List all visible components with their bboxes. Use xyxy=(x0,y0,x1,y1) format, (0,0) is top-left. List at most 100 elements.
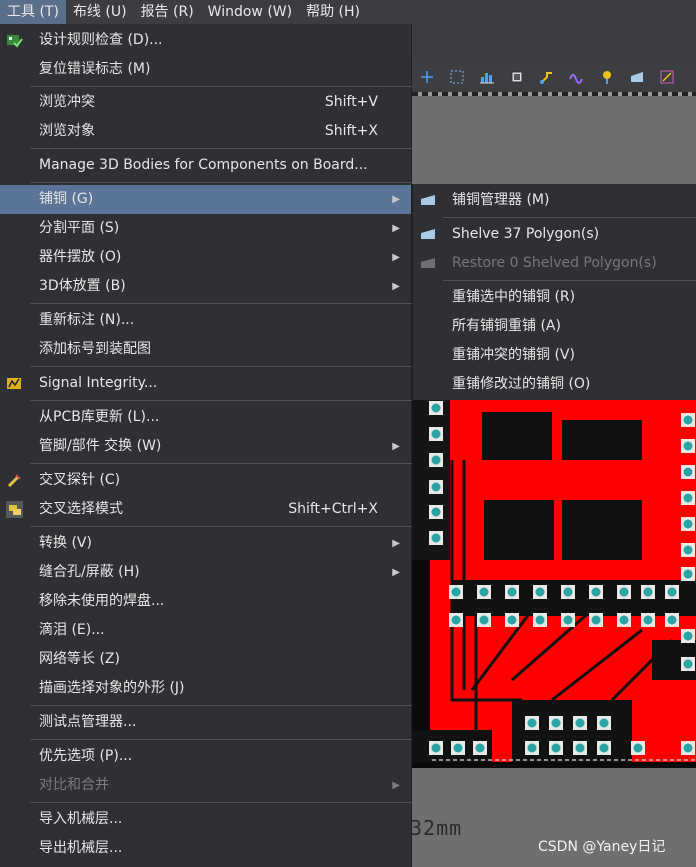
submenu-item-repour-modified[interactable]: 重铺修改过的铺铜 (O) xyxy=(413,370,696,399)
pad-hole xyxy=(683,569,693,579)
menu-item-teardrops[interactable]: 滴泪 (E)... xyxy=(0,616,411,645)
pad-hole xyxy=(575,718,585,728)
pin-icon[interactable] xyxy=(594,65,620,89)
separator xyxy=(30,400,412,401)
pad-hole xyxy=(683,467,693,477)
pad-hole xyxy=(507,587,517,597)
menubar-route[interactable]: 布线 (U) xyxy=(66,0,134,24)
menu-item-component-placement[interactable]: 器件摆放 (O) ▶ xyxy=(0,243,411,272)
pad-hole xyxy=(633,743,643,753)
menu-item-equalize-net-lengths[interactable]: 网络等长 (Z) xyxy=(0,645,411,674)
submenu-arrow-icon: ▶ xyxy=(392,538,400,549)
submenu-item-repour-all[interactable]: 所有铺铜重铺 (A) xyxy=(413,312,696,341)
separator xyxy=(443,217,696,218)
menu-item-3d-body-placement[interactable]: 3D体放置 (B) ▶ xyxy=(0,272,411,301)
submenu-arrow-icon: ▶ xyxy=(392,223,400,234)
polygon-icon[interactable] xyxy=(624,65,650,89)
submenu-item-shelve-polygons[interactable]: Shelve 37 Polygon(s) xyxy=(413,220,696,249)
menubar-window[interactable]: Window (W) xyxy=(201,0,299,24)
menu-item-cross-probe[interactable]: 交叉探针 (C) xyxy=(0,466,411,495)
separator xyxy=(30,366,412,367)
menu-item-import-mechanical-layers[interactable]: 导入机械层... xyxy=(0,805,411,834)
menu-item-compare-and-merge: 对比和合并 ▶ xyxy=(0,771,411,800)
pad-hole xyxy=(431,403,441,413)
pad-hole xyxy=(431,482,441,492)
menu-item-polygon-pours[interactable]: 铺铜 (G) ▶ xyxy=(0,185,411,214)
pcb-canvas[interactable] xyxy=(412,400,696,768)
separator xyxy=(30,182,412,183)
submenu-arrow-icon: ▶ xyxy=(392,194,400,205)
menu-item-browse-objects[interactable]: 浏览对象 Shift+X xyxy=(0,117,411,146)
separator xyxy=(30,148,412,149)
submenu-arrow-icon: ▶ xyxy=(392,780,400,791)
pad-hole xyxy=(453,743,463,753)
pad-hole xyxy=(451,615,461,625)
pad-hole xyxy=(575,743,585,753)
menu-item-manage-3d-bodies[interactable]: Manage 3D Bodies for Components on Board… xyxy=(0,151,411,180)
pad-hole xyxy=(683,519,693,529)
pad-hole xyxy=(683,493,693,503)
separator xyxy=(30,463,412,464)
pad-hole xyxy=(683,743,693,753)
menu-item-preferences[interactable]: 优先选项 (P)... xyxy=(0,742,411,771)
menu-item-export-mechanical-layers[interactable]: 导出机械层... xyxy=(0,834,411,863)
pad-hole xyxy=(643,615,653,625)
pad-hole xyxy=(599,743,609,753)
pad-hole xyxy=(683,659,693,669)
pad-hole xyxy=(683,545,693,555)
menubar-help[interactable]: 帮助 (H) xyxy=(299,0,367,24)
menu-item-remove-unused-pads[interactable]: 移除未使用的焊盘... xyxy=(0,587,411,616)
menu-item-pin-part-swap[interactable]: 管脚/部件 交换 (W) ▶ xyxy=(0,432,411,461)
menu-item-update-from-pcb-library[interactable]: 从PCB库更新 (L)... xyxy=(0,403,411,432)
restore-icon xyxy=(421,257,435,269)
submenu-arrow-icon: ▶ xyxy=(392,567,400,578)
pad-hole xyxy=(431,533,441,543)
menu-item-signal-integrity[interactable]: Signal Integrity... xyxy=(0,369,411,398)
pad-hole xyxy=(475,743,485,753)
menubar: 工具 (T) 布线 (U) 报告 (R) Window (W) 帮助 (H) xyxy=(0,0,696,24)
separator xyxy=(30,303,412,304)
pad-hole xyxy=(431,429,441,439)
pad-hole xyxy=(527,743,537,753)
menu-item-via-stitching-shielding[interactable]: 缝合孔/屏蔽 (H) ▶ xyxy=(0,558,411,587)
menu-item-outline-selected-objects[interactable]: 描画选择对象的外形 (J) xyxy=(0,674,411,703)
pad-hole xyxy=(431,455,441,465)
pad-hole xyxy=(591,587,601,597)
pad-hole xyxy=(551,718,561,728)
pad-hole xyxy=(431,743,441,753)
menubar-tools[interactable]: 工具 (T) xyxy=(0,0,66,24)
pad-hole xyxy=(563,615,573,625)
watermark: CSDN @Yaney日记 xyxy=(538,839,666,855)
separator xyxy=(30,526,412,527)
menubar-reports[interactable]: 报告 (R) xyxy=(134,0,201,24)
component-icon[interactable] xyxy=(504,65,530,89)
menu-item-cross-select-mode[interactable]: 交叉选择模式 Shift+Ctrl+X xyxy=(0,495,411,524)
separator xyxy=(30,86,412,87)
diff-pair-icon[interactable] xyxy=(564,65,590,89)
menu-item-design-rule-check[interactable]: 设计规则检查 (D)... xyxy=(0,26,411,55)
separator xyxy=(30,802,412,803)
menu-item-reset-error-markers[interactable]: 复位错误标志 (M) xyxy=(0,55,411,84)
menu-item-reannotate[interactable]: 重新标注 (N)... xyxy=(0,306,411,335)
menu-item-browse-violations[interactable]: 浏览冲突 Shift+V xyxy=(0,88,411,117)
submenu-item-restore-shelved-polygons: Restore 0 Shelved Polygon(s) xyxy=(413,249,696,278)
pad-hole xyxy=(683,415,693,425)
pad-hole xyxy=(619,587,629,597)
menu-item-split-planes[interactable]: 分割平面 (S) ▶ xyxy=(0,214,411,243)
menu-item-add-designator-assembly[interactable]: 添加标号到装配图 xyxy=(0,335,411,364)
cross-select-icon xyxy=(6,501,23,518)
submenu-item-repour-violating[interactable]: 重铺冲突的铺铜 (V) xyxy=(413,341,696,370)
submenu-item-polygon-manager[interactable]: 铺铜管理器 (M) xyxy=(413,186,696,215)
menu-item-testpoint-manager[interactable]: 测试点管理器... xyxy=(0,708,411,737)
pad-hole xyxy=(479,615,489,625)
separator xyxy=(30,705,412,706)
pad-hole xyxy=(551,743,561,753)
measure-icon[interactable] xyxy=(654,65,680,89)
submenu-item-repour-selected[interactable]: 重铺选中的铺铜 (R) xyxy=(413,283,696,312)
menu-item-convert[interactable]: 转换 (V) ▶ xyxy=(0,529,411,558)
submenu-arrow-icon: ▶ xyxy=(392,441,400,452)
select-rect-icon[interactable] xyxy=(444,65,470,89)
bar-chart-icon[interactable] xyxy=(474,65,500,89)
route-icon[interactable] xyxy=(534,65,560,89)
crosshair-icon[interactable] xyxy=(414,65,440,89)
